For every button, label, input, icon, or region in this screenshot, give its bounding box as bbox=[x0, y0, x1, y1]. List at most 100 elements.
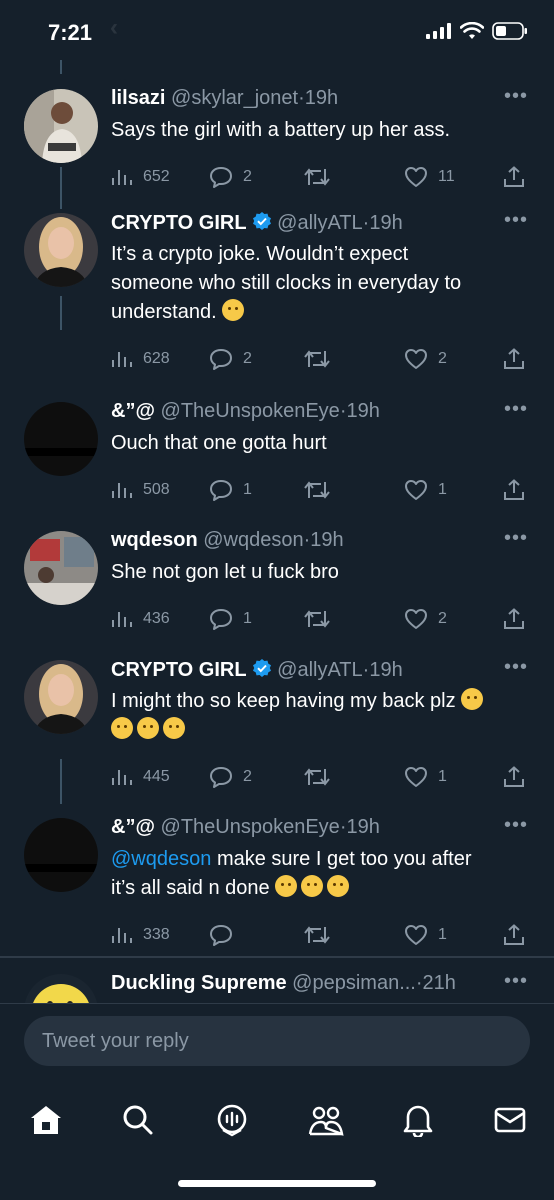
tweet-header: CRYPTO GIRL @allyATL·19h bbox=[111, 211, 484, 237]
wifi-icon bbox=[460, 22, 484, 39]
share-button[interactable] bbox=[503, 922, 525, 948]
like-button[interactable]: 2 bbox=[404, 346, 447, 372]
views-count[interactable]: 652 bbox=[111, 164, 170, 190]
like-button[interactable]: 1 bbox=[404, 477, 447, 503]
retweet-icon bbox=[303, 167, 331, 187]
display-name[interactable]: wqdeson bbox=[111, 529, 198, 551]
avatar[interactable] bbox=[24, 531, 98, 605]
avatar[interactable] bbox=[24, 818, 98, 892]
share-button[interactable] bbox=[503, 164, 525, 190]
views-count-count: 338 bbox=[143, 926, 170, 943]
tab-notifications[interactable] bbox=[398, 1100, 438, 1140]
more-options-button[interactable]: ••• bbox=[504, 656, 528, 679]
user-handle[interactable]: @wqdeson bbox=[203, 529, 303, 551]
avatar[interactable] bbox=[24, 89, 98, 163]
user-handle[interactable]: @skylar_jonet bbox=[171, 87, 298, 109]
tweet-timestamp[interactable]: 19h bbox=[369, 212, 402, 234]
tweet-timestamp[interactable]: 19h bbox=[346, 816, 379, 838]
tab-home[interactable] bbox=[26, 1100, 66, 1140]
display-name[interactable]: CRYPTO GIRL bbox=[111, 212, 247, 234]
share-icon bbox=[503, 924, 525, 946]
views-icon bbox=[111, 349, 133, 369]
views-count[interactable]: 338 bbox=[111, 922, 170, 948]
user-handle[interactable]: @TheUnspokenEye bbox=[161, 400, 340, 422]
user-handle[interactable]: @pepsiman... bbox=[292, 972, 416, 994]
display-name[interactable]: lilsazi bbox=[111, 87, 165, 109]
reply-button[interactable]: 2 bbox=[209, 346, 252, 372]
like-button[interactable]: 11 bbox=[404, 164, 455, 190]
tweet-timestamp[interactable]: 21h bbox=[423, 972, 456, 994]
tweet-timestamp[interactable]: 19h bbox=[346, 400, 379, 422]
more-options-button[interactable]: ••• bbox=[504, 527, 528, 550]
tab-communities[interactable] bbox=[306, 1100, 346, 1140]
tweet-timestamp[interactable]: 19h bbox=[369, 659, 402, 681]
share-button[interactable] bbox=[503, 346, 525, 372]
views-count[interactable]: 628 bbox=[111, 346, 170, 372]
reply-button[interactable]: 1 bbox=[209, 477, 252, 503]
like-button[interactable]: 1 bbox=[404, 922, 447, 948]
tweet-text-line: It’s a crypto joke. Wouldn’t expect bbox=[111, 243, 409, 265]
thread-connector-line bbox=[60, 759, 62, 804]
reply-button[interactable]: 2 bbox=[209, 164, 252, 190]
more-options-button[interactable]: ••• bbox=[504, 814, 528, 837]
more-options-button[interactable]: ••• bbox=[504, 209, 528, 232]
reply-icon bbox=[209, 479, 233, 501]
tweet-text: It’s a crypto joke. Wouldn’t expect someo… bbox=[111, 240, 514, 327]
like-count: 1 bbox=[438, 926, 447, 943]
reply-count: 1 bbox=[243, 481, 252, 498]
retweet-button[interactable] bbox=[303, 164, 331, 190]
retweet-button[interactable] bbox=[303, 764, 331, 790]
share-button[interactable] bbox=[503, 477, 525, 503]
tweet-text-line: @wqdeson make sure I get too you after bbox=[111, 848, 472, 870]
retweet-button[interactable] bbox=[303, 477, 331, 503]
like-count: 1 bbox=[438, 768, 447, 785]
like-button[interactable]: 2 bbox=[404, 606, 447, 632]
retweet-button[interactable] bbox=[303, 922, 331, 948]
more-options-button[interactable]: ••• bbox=[504, 85, 528, 108]
views-count-count: 628 bbox=[143, 350, 170, 367]
tweet-reply-input[interactable]: Tweet your reply bbox=[24, 1016, 530, 1066]
views-count[interactable]: 445 bbox=[111, 764, 170, 790]
avatar[interactable] bbox=[24, 660, 98, 734]
tweet-header: Duckling Supreme @pepsiman...·21h bbox=[111, 972, 484, 995]
views-count[interactable]: 508 bbox=[111, 477, 170, 503]
views-count[interactable]: 436 bbox=[111, 606, 170, 632]
user-handle[interactable]: @TheUnspokenEye bbox=[161, 816, 340, 838]
reply-count: 2 bbox=[243, 168, 252, 185]
retweet-button[interactable] bbox=[303, 606, 331, 632]
user-handle[interactable]: @allyATL bbox=[277, 212, 363, 234]
share-button[interactable] bbox=[503, 606, 525, 632]
tweet-timestamp[interactable]: 19h bbox=[310, 529, 343, 551]
tweet-text-line bbox=[111, 716, 514, 745]
emoji-icon bbox=[137, 717, 159, 739]
display-name[interactable]: &”@ bbox=[111, 400, 155, 422]
display-name[interactable]: Duckling Supreme bbox=[111, 972, 287, 994]
tab-messages[interactable] bbox=[490, 1100, 530, 1140]
tweet-actions: 508 1 1 bbox=[111, 477, 531, 503]
tweet-text-line: She not gon let u fuck bro bbox=[111, 561, 339, 583]
home-icon bbox=[31, 1106, 61, 1134]
tweet-timestamp[interactable]: 19h bbox=[305, 87, 338, 109]
tab-search[interactable] bbox=[118, 1100, 158, 1140]
reply-button[interactable]: 2 bbox=[209, 764, 252, 790]
like-button[interactable]: 1 bbox=[404, 764, 447, 790]
tab-spaces[interactable] bbox=[212, 1100, 252, 1140]
tweet-text-line: someone who still clocks in everyday to bbox=[111, 272, 462, 294]
avatar[interactable] bbox=[24, 213, 98, 287]
reply-button[interactable] bbox=[209, 922, 233, 948]
views-icon bbox=[111, 480, 133, 500]
share-button[interactable] bbox=[503, 764, 525, 790]
tweet-text: @wqdeson make sure I get too you after it… bbox=[111, 845, 514, 903]
user-handle[interactable]: @allyATL bbox=[277, 659, 363, 681]
reply-icon bbox=[209, 924, 233, 946]
display-name[interactable]: CRYPTO GIRL bbox=[111, 659, 247, 681]
like-count: 1 bbox=[438, 481, 447, 498]
avatar[interactable] bbox=[24, 402, 98, 476]
retweet-button[interactable] bbox=[303, 346, 331, 372]
mention-link[interactable]: @wqdeson bbox=[111, 848, 211, 870]
reply-button[interactable]: 1 bbox=[209, 606, 252, 632]
display-name[interactable]: &”@ bbox=[111, 816, 155, 838]
more-options-button[interactable]: ••• bbox=[504, 398, 528, 421]
heart-icon bbox=[404, 479, 428, 501]
more-options-button[interactable]: ••• bbox=[504, 970, 528, 993]
